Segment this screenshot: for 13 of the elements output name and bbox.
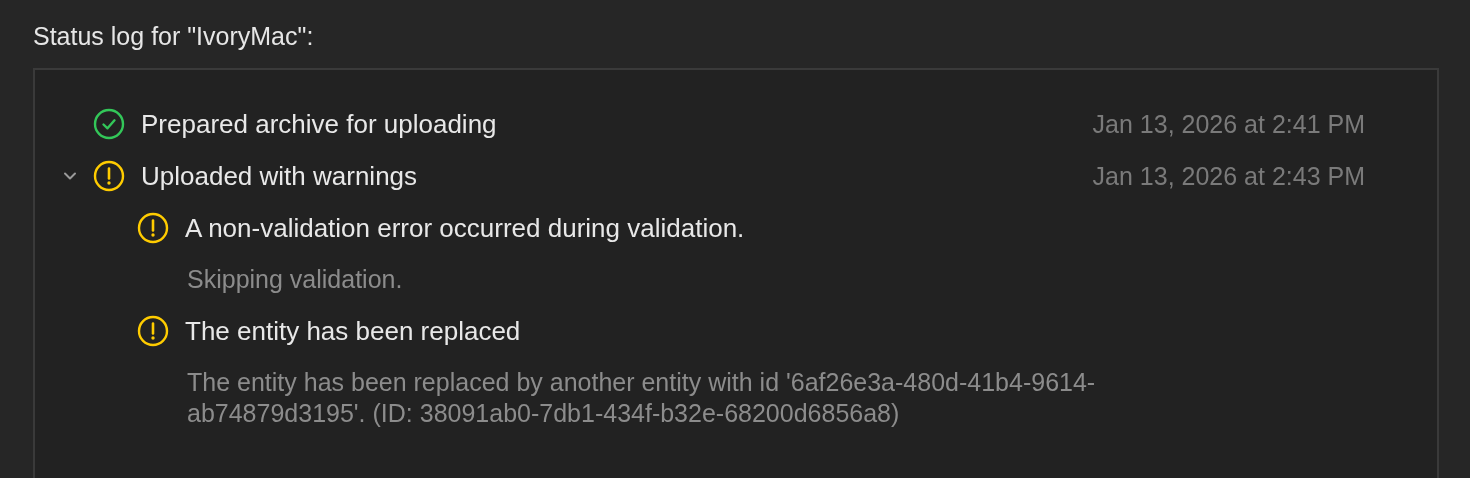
warning-circle-icon (93, 160, 125, 192)
warning-circle-icon (137, 315, 169, 347)
check-circle-icon (93, 108, 125, 140)
entry-title: Prepared archive for uploading (141, 108, 498, 140)
message-detail: The entity has been replaced by another entity with id '6af26e3a-480d-41b4-9614-ab74879d3195'. (ID: 38091ab0-7db1-434f-b32e-68200d6856a8) (186, 367, 1097, 429)
warning-circle-icon (137, 212, 169, 244)
log-heading: Status log for "IvoryMac": (33, 22, 315, 50)
entry-time: Jan 13, 2026 at 2:41 PM (1092, 109, 1365, 139)
entry-title: Uploaded with warnings (141, 160, 419, 192)
message-title: A non-validation error occurred during validation. (185, 212, 746, 244)
message-detail: Skipping validation. (186, 264, 404, 295)
entry-time: Jan 13, 2026 at 2:43 PM (1092, 161, 1365, 191)
message-title: The entity has been replaced (185, 315, 522, 347)
